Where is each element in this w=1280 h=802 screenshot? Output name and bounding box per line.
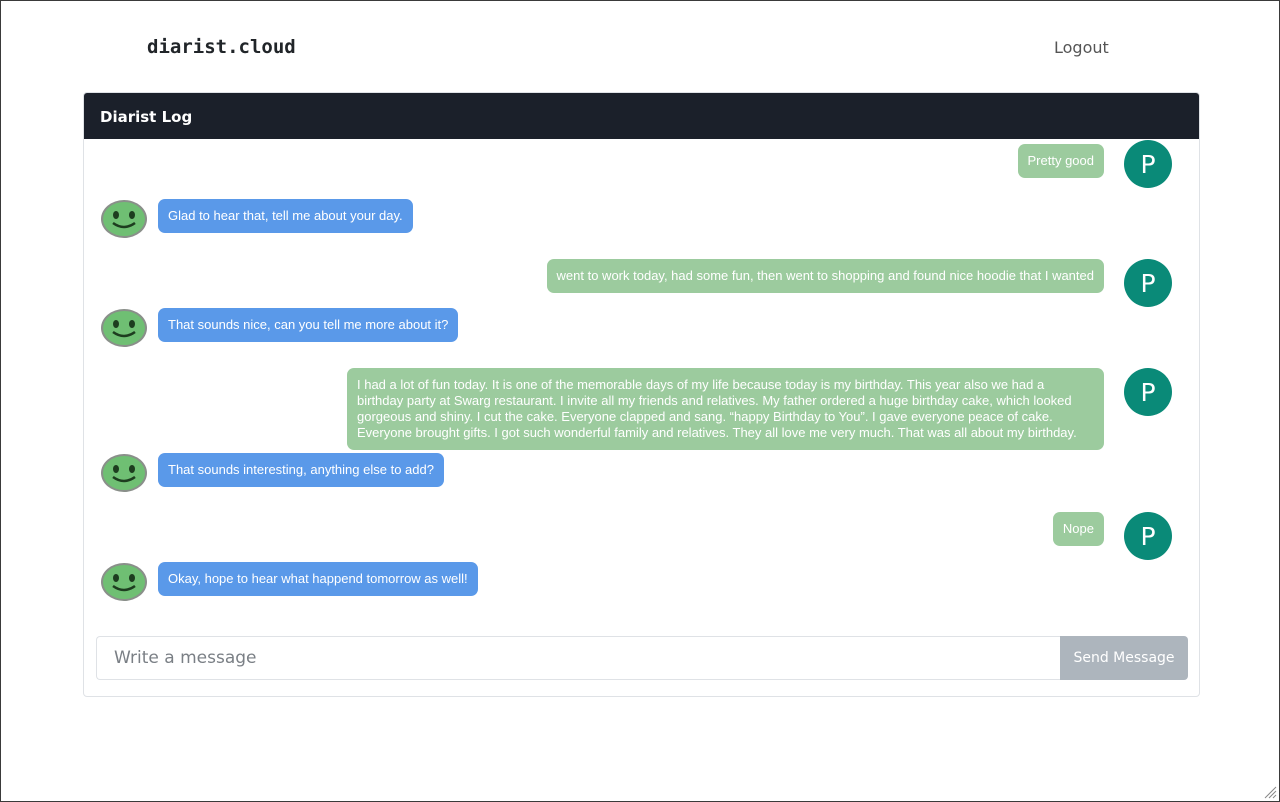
message-composer: Send Message (96, 636, 1188, 680)
message-row-user: went to work today, had some fun, then w… (84, 249, 1199, 307)
navbar: diarist.cloud Logout (1, 1, 1279, 93)
message-list[interactable]: Pretty good P Glad to hear that, tell me… (84, 139, 1199, 629)
message-row-bot: That sounds nice, can you tell me more a… (84, 306, 1199, 352)
user-message-bubble: Nope (1052, 512, 1104, 546)
user-message-bubble: Pretty good (1017, 144, 1104, 178)
message-row-user: Pretty good P (84, 139, 1199, 189)
bot-avatar-icon (101, 309, 147, 347)
bot-avatar-icon (101, 200, 147, 238)
resize-grip-icon[interactable] (1263, 785, 1277, 799)
user-message-bubble: went to work today, had some fun, then w… (546, 259, 1104, 293)
message-row-bot: That sounds interesting, anything else t… (84, 451, 1199, 497)
chat-card: Diarist Log Pretty good P Glad to hear t… (83, 92, 1200, 697)
message-row-user: Nope P (84, 503, 1199, 560)
bot-message-bubble: That sounds nice, can you tell me more a… (158, 308, 459, 342)
logout-link[interactable]: Logout (1054, 38, 1109, 57)
user-avatar: P (1124, 140, 1172, 188)
user-avatar: P (1124, 368, 1172, 416)
bot-message-bubble: Glad to hear that, tell me about your da… (158, 199, 413, 233)
bot-message-bubble: Okay, hope to hear what happend tomorrow… (158, 562, 478, 596)
user-avatar: P (1124, 512, 1172, 560)
message-row-bot: Okay, hope to hear what happend tomorrow… (84, 560, 1199, 606)
browser-viewport: diarist.cloud Logout Diarist Log Pretty … (0, 0, 1280, 802)
message-row-bot: Glad to hear that, tell me about your da… (84, 197, 1199, 243)
send-message-button[interactable]: Send Message (1060, 636, 1188, 680)
message-input[interactable] (96, 636, 1061, 680)
bot-avatar-icon (101, 454, 147, 492)
card-title: Diarist Log (84, 93, 1199, 139)
user-avatar: P (1124, 259, 1172, 307)
brand-logo[interactable]: diarist.cloud (147, 36, 296, 58)
user-message-bubble: I had a lot of fun today. It is one of t… (347, 368, 1104, 450)
message-row-user: I had a lot of fun today. It is one of t… (84, 358, 1199, 450)
bot-message-bubble: That sounds interesting, anything else t… (158, 453, 444, 487)
bot-avatar-icon (101, 563, 147, 601)
